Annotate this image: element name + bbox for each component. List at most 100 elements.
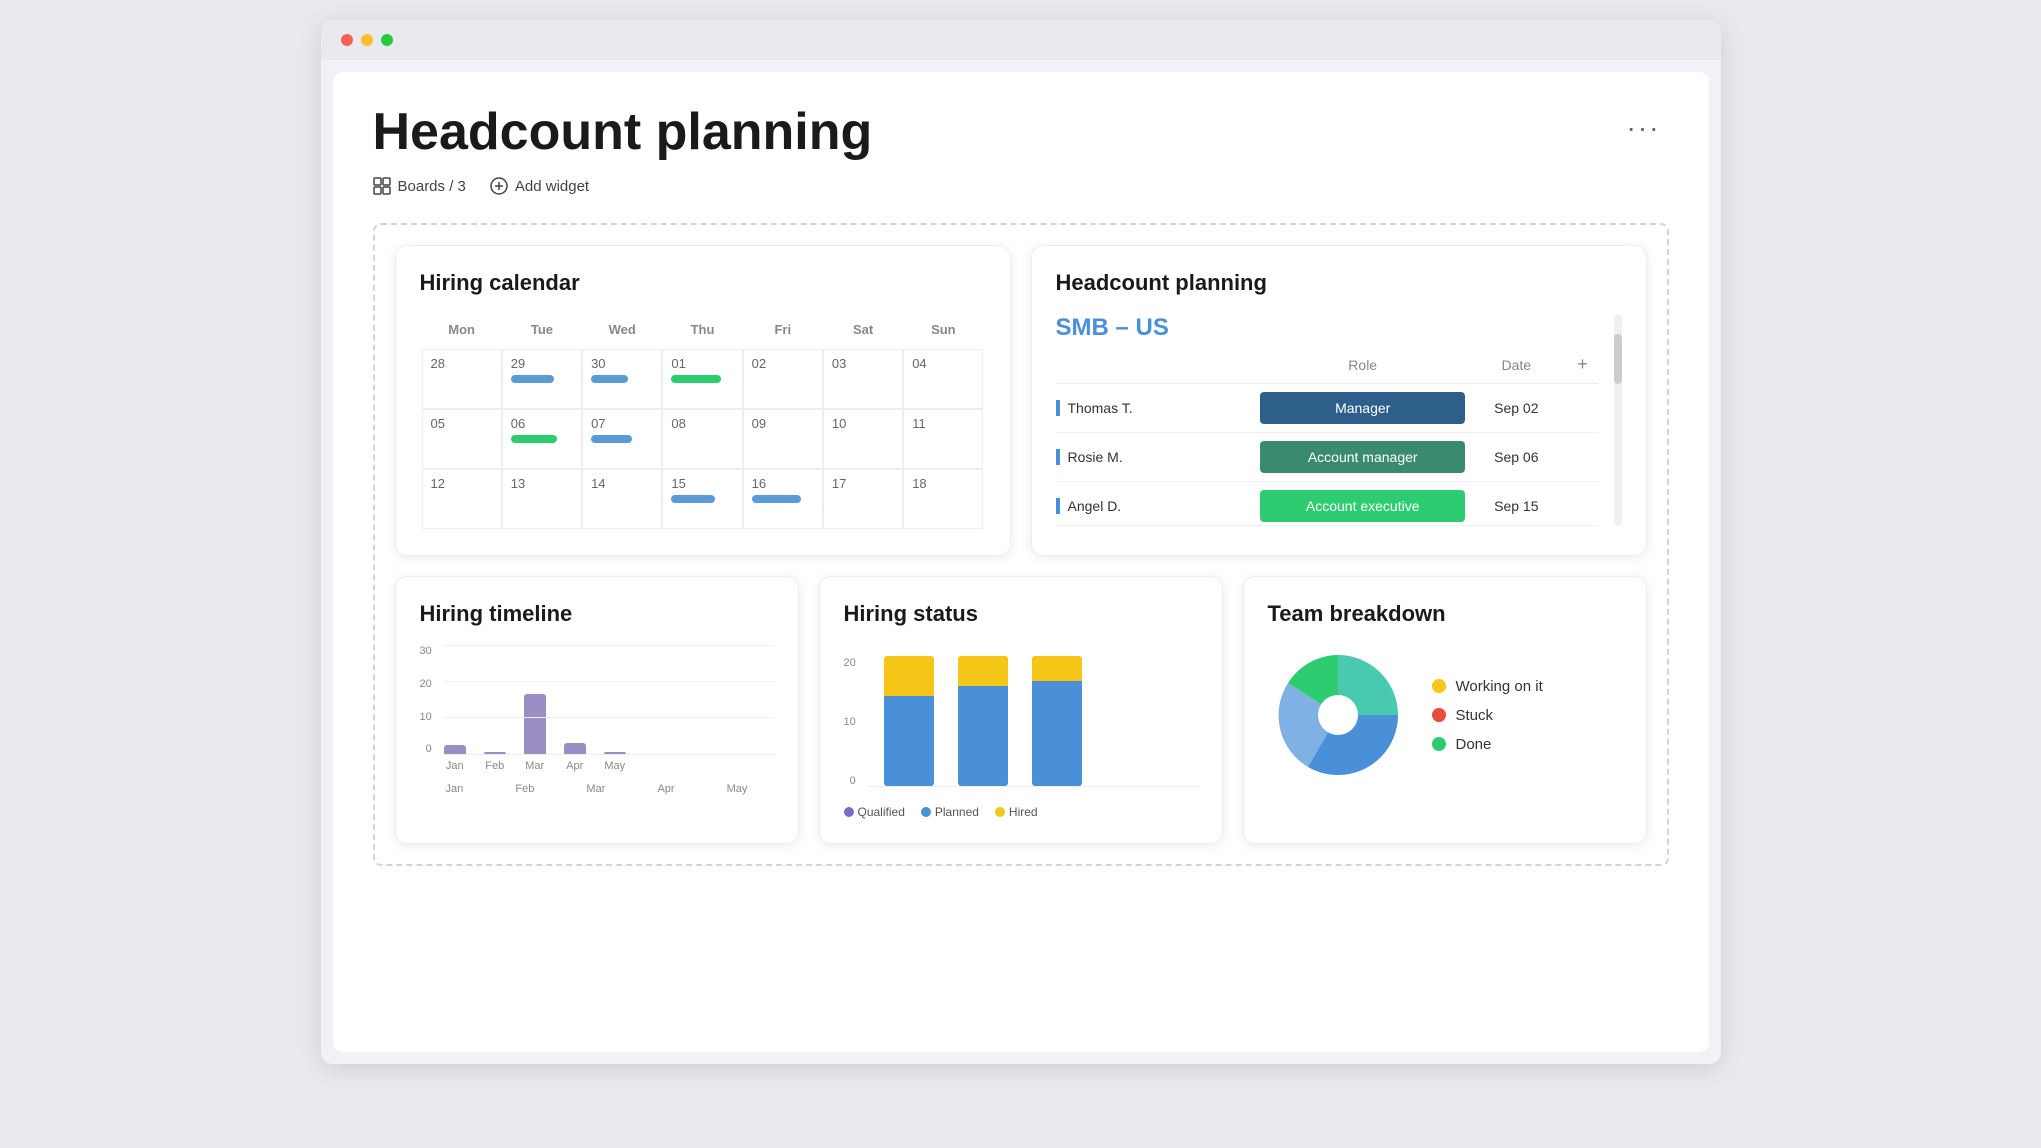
bar-label-jan: Jan bbox=[446, 760, 464, 772]
boards-selector[interactable]: Boards / 3 bbox=[373, 177, 466, 195]
more-options-button[interactable]: ··· bbox=[1619, 104, 1669, 152]
table-row: Rosie M. Account manager Sep 06 bbox=[1056, 433, 1598, 482]
role-cell: Manager bbox=[1260, 392, 1465, 424]
legend-item-qualified: Qualified bbox=[844, 805, 905, 819]
cal-cell: 06 bbox=[502, 409, 582, 469]
cal-cell: 17 bbox=[823, 469, 903, 529]
stacked-bar-2 bbox=[958, 656, 1008, 786]
cal-cell: 15 bbox=[662, 469, 742, 529]
top-widgets-row: Hiring calendar Mon Tue Wed Thu Fri Sat … bbox=[395, 245, 1647, 556]
bar-seg-blue-3 bbox=[1032, 681, 1082, 786]
headcount-planning-widget: Headcount planning SMB – US Role Date + bbox=[1031, 245, 1647, 556]
date-cell: Sep 15 bbox=[1465, 498, 1567, 514]
team-breakdown-content: Working on it Stuck Done bbox=[1268, 645, 1622, 785]
cal-cell: 12 bbox=[422, 469, 502, 529]
cal-cell: 14 bbox=[582, 469, 662, 529]
table-row: Thomas T. Manager Sep 02 bbox=[1056, 384, 1598, 433]
scrollbar[interactable] bbox=[1614, 314, 1622, 526]
y-axis: 30 20 10 0 bbox=[420, 645, 436, 755]
bar-group-apr: Apr bbox=[564, 743, 586, 754]
legend-label-qualified: Qualified bbox=[858, 805, 905, 819]
cal-cell: 10 bbox=[823, 409, 903, 469]
bar-mar bbox=[524, 694, 546, 754]
browser-window: Headcount planning ··· Boards / 3 bbox=[321, 20, 1721, 1064]
date-cell: Sep 02 bbox=[1465, 400, 1567, 416]
cal-cell: 09 bbox=[743, 409, 823, 469]
boards-label: Boards / 3 bbox=[398, 178, 466, 195]
stacked-bar-3 bbox=[1032, 656, 1082, 786]
status-y-axis: 20 10 0 bbox=[844, 657, 860, 787]
legend-item-hired: Hired bbox=[995, 805, 1038, 819]
x-label-jan: Jan bbox=[446, 783, 464, 795]
legend-label-working: Working on it bbox=[1456, 678, 1543, 695]
bar-seg-yellow-1 bbox=[884, 656, 934, 696]
y-10: 10 bbox=[844, 716, 856, 728]
bar-jan bbox=[444, 745, 466, 754]
page-title: Headcount planning bbox=[373, 104, 873, 161]
role-badge: Account manager bbox=[1260, 441, 1465, 473]
cal-cell: 01 bbox=[662, 349, 742, 409]
legend-dot-hired bbox=[995, 807, 1005, 817]
x-axis-labels: Jan Feb Mar Apr May bbox=[420, 783, 774, 795]
bar-group-may: May bbox=[604, 752, 626, 754]
y-label: 10 bbox=[420, 711, 432, 723]
y-0: 0 bbox=[844, 775, 856, 787]
maximize-dot[interactable] bbox=[381, 34, 393, 46]
cal-header-wed: Wed bbox=[582, 316, 662, 343]
legend-item-planned: Planned bbox=[921, 805, 979, 819]
add-column-button[interactable]: + bbox=[1568, 354, 1598, 375]
col-role-header: Role bbox=[1260, 357, 1465, 373]
bar-seg-yellow-2 bbox=[958, 656, 1008, 686]
cal-cell: 02 bbox=[743, 349, 823, 409]
pie-chart-svg bbox=[1268, 645, 1408, 785]
legend-item-done: Done bbox=[1432, 736, 1543, 753]
dashboard-area: Hiring calendar Mon Tue Wed Thu Fri Sat … bbox=[373, 223, 1669, 866]
x-label-apr: Apr bbox=[657, 783, 674, 795]
x-label-may: May bbox=[727, 783, 748, 795]
bar-feb bbox=[484, 752, 506, 754]
add-widget-button[interactable]: Add widget bbox=[490, 177, 589, 195]
close-dot[interactable] bbox=[341, 34, 353, 46]
cal-cell: 28 bbox=[422, 349, 502, 409]
bar-apr bbox=[564, 743, 586, 754]
bar-label-may: May bbox=[604, 760, 625, 772]
legend-dot-qualified bbox=[844, 807, 854, 817]
x-label-mar: Mar bbox=[586, 783, 605, 795]
cal-header-sat: Sat bbox=[823, 316, 903, 343]
bar-seg-yellow-3 bbox=[1032, 656, 1082, 681]
role-badge: Manager bbox=[1260, 392, 1465, 424]
hiring-calendar-widget: Hiring calendar Mon Tue Wed Thu Fri Sat … bbox=[395, 245, 1011, 556]
team-breakdown-widget: Team breakdown bbox=[1243, 576, 1647, 844]
cal-header-tue: Tue bbox=[502, 316, 582, 343]
legend-item-working: Working on it bbox=[1432, 678, 1543, 695]
cal-cell: 11 bbox=[903, 409, 983, 469]
smb-group-label: SMB – US bbox=[1056, 314, 1598, 342]
legend-dot-planned bbox=[921, 807, 931, 817]
y-label: 0 bbox=[420, 743, 432, 755]
cal-cell: 18 bbox=[903, 469, 983, 529]
person-name: Thomas T. bbox=[1056, 400, 1261, 416]
legend-label-planned: Planned bbox=[935, 805, 979, 819]
minimize-dot[interactable] bbox=[361, 34, 373, 46]
role-cell: Account executive bbox=[1260, 490, 1465, 522]
hiring-status-widget: Hiring status 20 10 0 bbox=[819, 576, 1223, 844]
table-row: Angel D. Account executive Sep 15 bbox=[1056, 482, 1598, 526]
scroll-thumb bbox=[1614, 334, 1622, 384]
person-name: Rosie M. bbox=[1056, 449, 1261, 465]
bar-may bbox=[604, 752, 626, 754]
cal-cell: 13 bbox=[502, 469, 582, 529]
team-breakdown-title: Team breakdown bbox=[1268, 601, 1622, 627]
cal-header-thu: Thu bbox=[662, 316, 742, 343]
legend-label-done: Done bbox=[1456, 736, 1492, 753]
stacked-bar-1 bbox=[884, 656, 934, 786]
legend-dot-working bbox=[1432, 679, 1446, 693]
pie-center bbox=[1318, 695, 1358, 735]
cal-cell: 08 bbox=[662, 409, 742, 469]
bar-seg-blue-1 bbox=[884, 696, 934, 786]
legend-item-stuck: Stuck bbox=[1432, 707, 1543, 724]
bar-label-feb: Feb bbox=[485, 760, 504, 772]
bar-seg-blue-2 bbox=[958, 686, 1008, 786]
browser-chrome-bar bbox=[321, 20, 1721, 60]
cal-cell: 04 bbox=[903, 349, 983, 409]
page-content: Headcount planning ··· Boards / 3 bbox=[333, 72, 1709, 1052]
